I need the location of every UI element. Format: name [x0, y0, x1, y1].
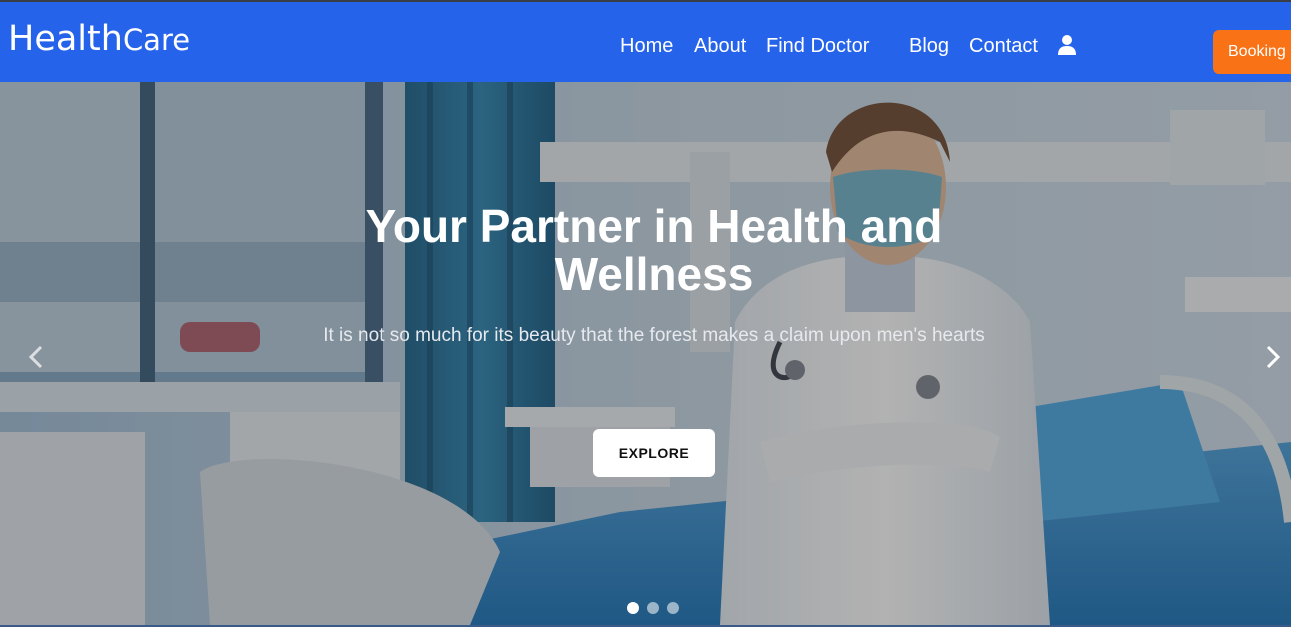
booking-button[interactable]: Booking [1213, 30, 1291, 74]
brand-logo[interactable]: HealthCare [8, 22, 190, 57]
nav-find-doctor[interactable]: Find Doctor [766, 36, 869, 56]
nav-home[interactable]: Home [620, 36, 673, 56]
carousel-indicators [627, 602, 679, 614]
nav-about[interactable]: About [694, 36, 746, 56]
chevron-right-icon[interactable] [1263, 344, 1283, 370]
hero-dark-overlay [0, 82, 1291, 625]
carousel-dot-3[interactable] [667, 602, 679, 614]
chevron-left-icon[interactable] [26, 344, 46, 370]
site-header: HealthCare Home About Find Doctor Blog C… [0, 2, 1291, 82]
hero-carousel: Your Partner in Health and Wellness It i… [0, 82, 1291, 625]
carousel-dot-1[interactable] [627, 602, 639, 614]
hero-subtitle: It is not so much for its beauty that th… [323, 325, 985, 346]
brand-name-health: Health [8, 19, 123, 59]
carousel-dot-2[interactable] [647, 602, 659, 614]
hero-title: Your Partner in Health and Wellness [365, 200, 943, 300]
nav-blog[interactable]: Blog [909, 36, 949, 56]
brand-name-care: Care [122, 23, 191, 57]
explore-button[interactable]: EXPLORE [593, 429, 715, 477]
user-icon[interactable] [1057, 34, 1077, 56]
nav-contact[interactable]: Contact [969, 36, 1038, 56]
